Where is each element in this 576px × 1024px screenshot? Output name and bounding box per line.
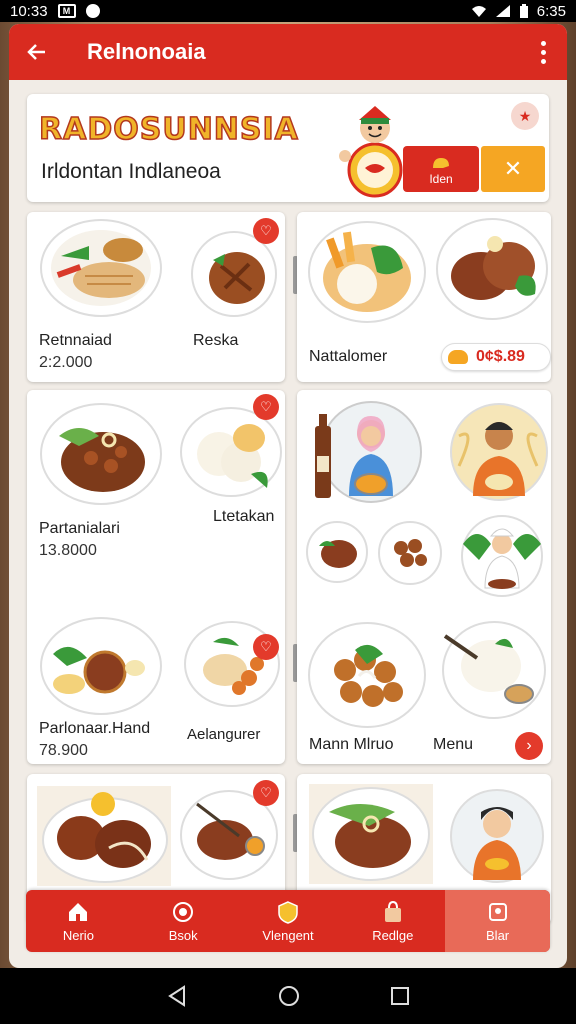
nav-label: Redlge [372, 927, 414, 943]
favorite-star-button[interactable]: ★ [511, 102, 539, 130]
nav-label: Bsok [168, 927, 198, 943]
close-icon: ✕ [503, 156, 523, 181]
recents-square-icon[interactable] [390, 986, 410, 1006]
fried-croquettes-dish-image [308, 622, 426, 728]
dish-name: Reska [193, 332, 239, 349]
dish-name: Mann Mlruo [309, 736, 394, 753]
battery-icon [519, 3, 528, 18]
close-button[interactable]: ✕ [481, 146, 545, 192]
dish-price: 78.900 [39, 742, 88, 759]
heart-icon: ♡ [260, 639, 272, 654]
bag-icon [384, 900, 401, 922]
heart-icon: ♡ [260, 223, 272, 238]
fried-chicken-dish-image [184, 621, 280, 707]
nav-item-nerio[interactable]: Nerio [26, 890, 131, 952]
message-icon: M [57, 4, 76, 18]
dish-price: 2:2.000 [39, 354, 93, 371]
heart-icon: ♡ [260, 399, 272, 414]
price-value: 0¢$.89 [476, 348, 525, 365]
app-window: Relnonoaia RADOSUNNSIA Irldontan Indlane… [9, 24, 567, 968]
rice-vegetables-dish-image [308, 221, 426, 323]
menu-button[interactable]: Iden [403, 146, 479, 192]
home-icon [69, 902, 88, 921]
nav-item-blar[interactable]: Blar [445, 890, 550, 952]
status-battery-text: 6:35 [536, 2, 566, 20]
chevron-right-icon: › [526, 737, 532, 754]
woman-serving-soup-image [315, 401, 422, 503]
shield-icon [278, 900, 298, 924]
price-pill[interactable]: 0¢$.89 [441, 343, 551, 371]
dish-card-retnnaiad[interactable]: ♡ Retnnaiad Reska 2:2.000 [27, 212, 285, 382]
rendang-small-dish-image [306, 521, 368, 583]
bottom-navigation: Nerio Bsok Vlengent Redlge Blar [26, 890, 550, 952]
arrow-left-icon [27, 44, 45, 60]
dish-name: Parlonaar.Hand [39, 720, 151, 737]
favorite-button[interactable]: ♡ [253, 394, 279, 420]
heart-icon: ♡ [260, 785, 272, 800]
back-button[interactable] [9, 24, 65, 80]
dish-name: Ltetakan [213, 508, 275, 525]
dish-name: Partanialari [39, 520, 120, 537]
overflow-menu-button[interactable] [519, 24, 567, 80]
dish-card-mann-mlruo[interactable]: Mann Mlruo Menu › [297, 390, 551, 764]
app-title: Relnonoaia [87, 39, 206, 64]
beef-stew-dish-image [40, 403, 162, 505]
boy-with-noodles-image [450, 403, 548, 501]
brand-logo: RADOSUNNSIA [38, 111, 299, 148]
nav-item-vlengent[interactable]: Vlengent [236, 890, 341, 952]
status-bar: 10:33 M 6:35 [0, 0, 576, 22]
brand-header-card: RADOSUNNSIA Irldontan Indlaneoa Iden ✕ ★ [27, 94, 549, 202]
dish-name: Aelangurer [187, 726, 261, 743]
book-icon [173, 901, 194, 922]
favorite-button[interactable]: ♡ [253, 634, 279, 660]
nav-label: Blar [486, 927, 510, 943]
curry-platter-dish-image [40, 617, 162, 715]
hand-icon [433, 158, 449, 168]
signal-icon [495, 5, 510, 17]
girl-with-bowl-image [450, 789, 544, 883]
wifi-icon [471, 6, 486, 17]
back-triangle-icon[interactable] [166, 985, 188, 1007]
dish-name: Menu [433, 736, 474, 753]
dish-price: 13.8000 [39, 542, 97, 559]
favorite-button[interactable]: ♡ [253, 218, 279, 244]
dish-name: Retnnaiad [39, 332, 112, 349]
nav-label: Vlengent [262, 927, 314, 943]
app-bar: Relnonoaia [9, 24, 567, 80]
notification-icon [85, 4, 100, 18]
brand-subtitle: Irldontan Indlaneoa [41, 160, 221, 183]
next-button[interactable]: › [515, 732, 543, 760]
roast-chicken-dish-image [37, 786, 171, 886]
dish-card-partanialari[interactable]: ♡ Partanialari Ltetakan 13.8000 ♡ Parlon… [27, 390, 285, 764]
grilled-chicken-dish-image [40, 219, 162, 317]
nav-item-redlge[interactable]: Redlge [340, 890, 445, 952]
fried-rice-dish-image [309, 784, 433, 884]
grilled-meat-dish-image [436, 218, 548, 320]
rice-dish-image [442, 621, 546, 719]
favorite-button[interactable]: ♡ [253, 780, 279, 806]
dish-name: Nattalomer [309, 348, 388, 365]
star-icon: ★ [518, 107, 532, 124]
profile-icon [488, 902, 507, 921]
system-navigation-bar [0, 968, 576, 1024]
coin-icon [448, 350, 468, 364]
status-time: 10:33 [10, 2, 48, 20]
chef-with-salad-image [461, 515, 543, 597]
meatballs-small-dish-image [378, 521, 442, 585]
home-circle-icon[interactable] [278, 985, 300, 1007]
nav-item-bsok[interactable]: Bsok [131, 890, 236, 952]
nav-label: Nerio [62, 927, 94, 943]
menu-button-label: Iden [429, 172, 453, 186]
